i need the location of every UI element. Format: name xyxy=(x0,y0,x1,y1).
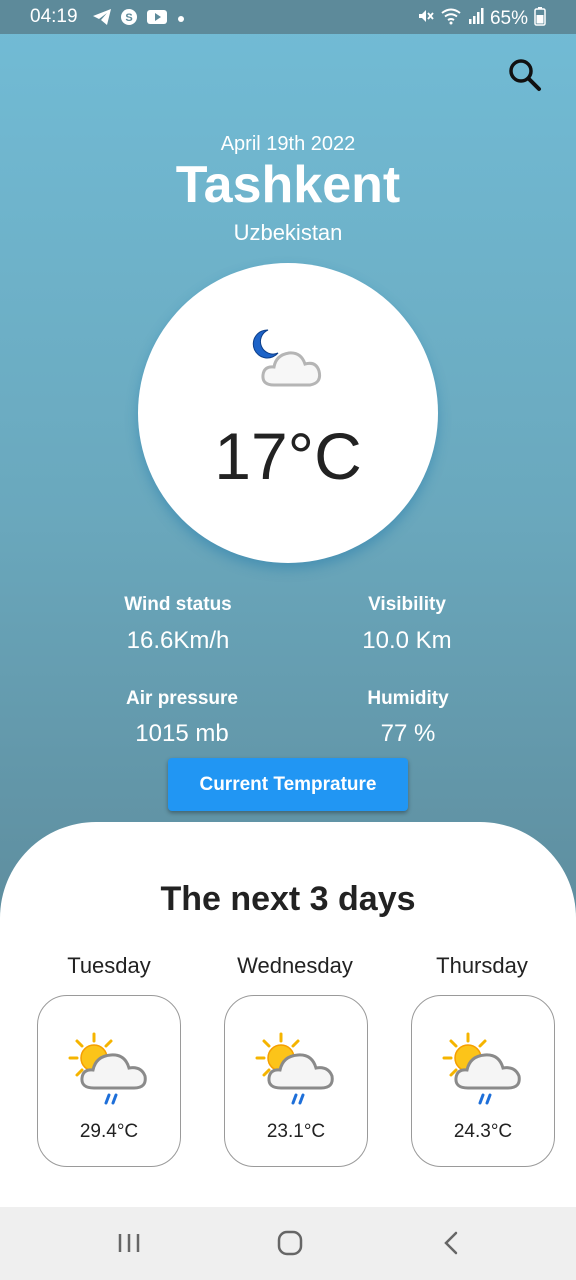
humidity-label: Humidity xyxy=(367,688,449,709)
forecast-title: The next 3 days xyxy=(160,880,416,918)
humidity-value: 77 % xyxy=(380,720,436,747)
battery-percent: 65% xyxy=(489,8,528,29)
telegram-icon xyxy=(92,8,112,31)
signal-icon xyxy=(468,7,484,31)
current-weather-circle: 17°C xyxy=(138,263,438,563)
system-icons: 65% xyxy=(416,6,546,32)
youtube-icon xyxy=(146,9,168,30)
sun-cloud-rain-icon xyxy=(255,1032,334,1105)
visibility-value: 10.0 Km xyxy=(362,627,452,654)
mute-icon xyxy=(416,7,434,31)
status-time: 04:19 xyxy=(30,6,78,27)
back-button[interactable] xyxy=(429,1225,473,1261)
skype-icon: S xyxy=(120,8,138,31)
city-name: Tashkent xyxy=(175,156,401,214)
forecast-temperature: 29.4°C xyxy=(79,1121,139,1142)
navigation-bar xyxy=(0,1207,576,1280)
wind-status-value: 16.6Km/h xyxy=(126,627,230,654)
current-temperature-button[interactable]: Current Temprature xyxy=(168,758,408,811)
search-button[interactable] xyxy=(504,55,544,95)
current-date: April 19th 2022 xyxy=(220,133,356,155)
back-chevron-icon xyxy=(444,1231,458,1255)
home-button[interactable] xyxy=(268,1225,312,1261)
sun-cloud-rain-icon xyxy=(442,1032,521,1105)
weather-app-screen: 04:19 S 65% April 19th 2022 Tashkent Uzb… xyxy=(0,0,576,1280)
battery-icon xyxy=(534,6,546,32)
notification-icons: S xyxy=(92,8,186,31)
forecast-temperature: 24.3°C xyxy=(453,1121,513,1142)
home-icon xyxy=(277,1230,303,1256)
current-temperature: 17°C xyxy=(214,419,362,493)
forecast-card-tuesday[interactable]: 29.4°C xyxy=(37,995,181,1167)
wifi-icon xyxy=(440,7,462,31)
wind-status-label: Wind status xyxy=(124,594,232,615)
recent-apps-icon xyxy=(118,1234,140,1252)
status-bar: 04:19 S 65% xyxy=(0,0,576,34)
night-partly-cloudy-icon xyxy=(252,329,322,387)
sun-cloud-rain-icon xyxy=(68,1032,147,1105)
forecast-day-name: Wednesday xyxy=(237,953,353,978)
recent-apps-button[interactable] xyxy=(107,1225,151,1261)
air-pressure-value: 1015 mb xyxy=(135,720,229,747)
air-pressure-label: Air pressure xyxy=(126,688,238,709)
forecast-temperature: 23.1°C xyxy=(266,1121,326,1142)
forecast-day-name: Tuesday xyxy=(67,953,151,978)
svg-text:S: S xyxy=(125,12,132,24)
country-name: Uzbekistan xyxy=(233,220,343,245)
dot-icon xyxy=(176,11,186,29)
search-icon xyxy=(509,59,541,91)
forecast-card-wednesday[interactable]: 23.1°C xyxy=(224,995,368,1167)
forecast-card-thursday[interactable]: 24.3°C xyxy=(411,995,555,1167)
forecast-day-name: Thursday xyxy=(436,953,528,978)
visibility-label: Visibility xyxy=(368,594,446,615)
